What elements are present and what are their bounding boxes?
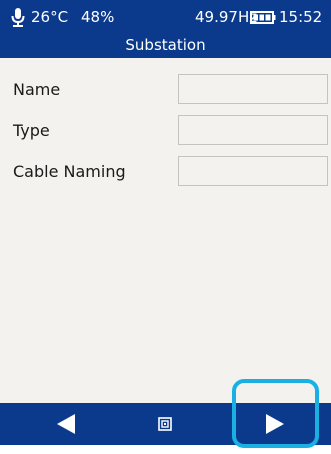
humidity-readout: 48% bbox=[81, 8, 115, 26]
header-bar: 26°C 48% 49.97Hz 15:52 Substation bbox=[0, 0, 331, 58]
field-row-name: Name bbox=[0, 74, 331, 106]
square-menu-icon bbox=[158, 417, 172, 431]
frequency-readout: 49.97Hz bbox=[195, 8, 258, 26]
device-screen: 26°C 48% 49.97Hz 15:52 Substation Name T… bbox=[0, 0, 331, 454]
triangle-right-icon bbox=[266, 414, 284, 434]
home-button[interactable] bbox=[143, 403, 187, 445]
cable-naming-label: Cable Naming bbox=[13, 162, 126, 181]
field-row-type: Type bbox=[0, 115, 331, 147]
status-bar: 26°C 48% 49.97Hz 15:52 bbox=[0, 0, 331, 32]
name-label: Name bbox=[13, 80, 61, 99]
next-button[interactable] bbox=[245, 403, 305, 445]
back-button[interactable] bbox=[36, 403, 96, 445]
bottom-nav-bar bbox=[0, 403, 331, 445]
temperature-readout: 26°C bbox=[31, 8, 69, 26]
name-field[interactable] bbox=[178, 74, 328, 104]
cable-naming-field[interactable] bbox=[178, 156, 328, 186]
clock-time: 15:52 bbox=[279, 8, 323, 26]
field-row-cable-naming: Cable Naming bbox=[0, 156, 331, 188]
page-title: Substation bbox=[125, 36, 206, 54]
microphone-icon bbox=[11, 8, 25, 27]
type-field[interactable] bbox=[178, 115, 328, 145]
triangle-left-icon bbox=[57, 414, 75, 434]
form-content: Name Type Cable Naming bbox=[0, 58, 331, 403]
battery-icon bbox=[250, 11, 276, 24]
type-label: Type bbox=[13, 121, 50, 140]
